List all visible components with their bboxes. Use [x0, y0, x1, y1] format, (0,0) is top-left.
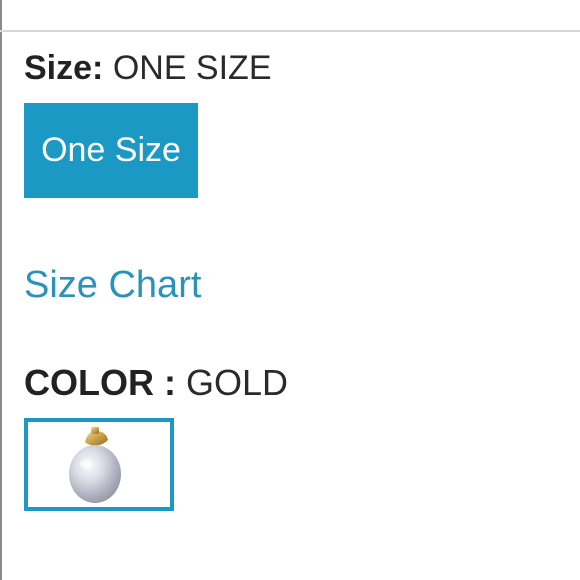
size-option-one-size[interactable]: One Size: [24, 103, 198, 198]
size-selected-value: ONE SIZE: [112, 49, 272, 87]
size-label: Size:: [24, 49, 104, 87]
color-heading: COLOR : GOLD: [24, 360, 288, 406]
size-option-label: One Size: [41, 131, 181, 169]
size-heading: Size: ONE SIZE: [24, 46, 272, 90]
pearl-pendant-icon: [69, 427, 121, 503]
divider: [0, 30, 580, 32]
size-chart-link[interactable]: Size Chart: [24, 262, 201, 308]
color-swatch-gold[interactable]: [24, 418, 174, 511]
color-selected-value: GOLD: [186, 362, 289, 403]
color-label: COLOR :: [24, 362, 176, 403]
